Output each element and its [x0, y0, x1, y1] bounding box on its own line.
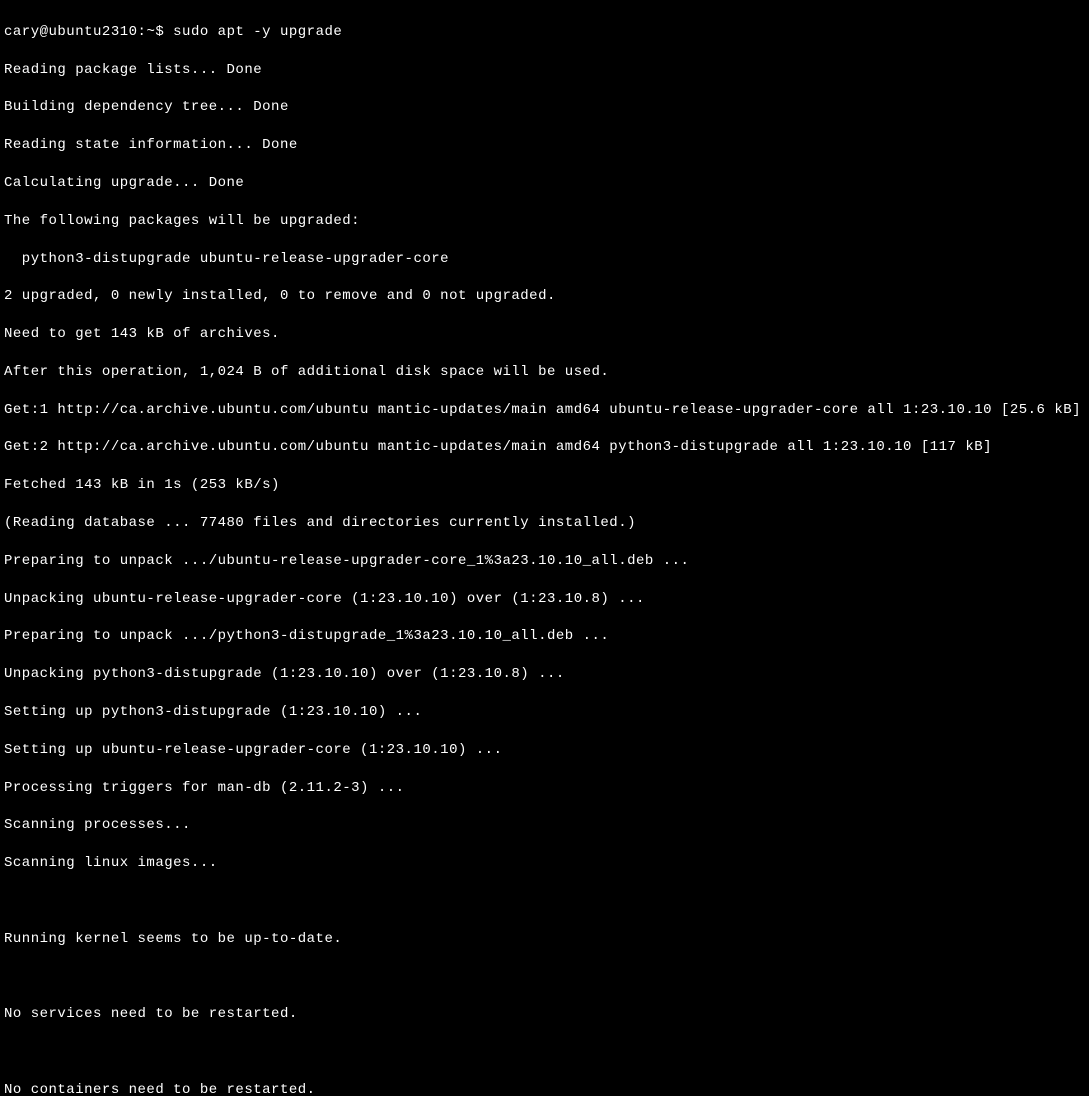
output-line: Get:1 http://ca.archive.ubuntu.com/ubunt…: [4, 401, 1085, 420]
output-line: Get:2 http://ca.archive.ubuntu.com/ubunt…: [4, 438, 1085, 457]
prompt-path: ~: [146, 24, 155, 40]
output-line: 2 upgraded, 0 newly installed, 0 to remo…: [4, 287, 1085, 306]
command-line-1: cary@ubuntu2310:~$ sudo apt -y upgrade: [4, 23, 1085, 42]
output-line: python3-distupgrade ubuntu-release-upgra…: [4, 250, 1085, 269]
output-line: No containers need to be restarted.: [4, 1081, 1085, 1096]
command-text: sudo apt -y upgrade: [173, 24, 342, 40]
output-line: Processing triggers for man-db (2.11.2-3…: [4, 779, 1085, 798]
terminal-output[interactable]: cary@ubuntu2310:~$ sudo apt -y upgrade R…: [4, 4, 1085, 1096]
output-line: (Reading database ... 77480 files and di…: [4, 514, 1085, 533]
output-line: Setting up ubuntu-release-upgrader-core …: [4, 741, 1085, 760]
prompt-user-host: cary@ubuntu2310: [4, 24, 138, 40]
output-line: Reading package lists... Done: [4, 61, 1085, 80]
output-line: Unpacking ubuntu-release-upgrader-core (…: [4, 590, 1085, 609]
output-line: No services need to be restarted.: [4, 1005, 1085, 1024]
output-line: Preparing to unpack .../ubuntu-release-u…: [4, 552, 1085, 571]
output-line: Scanning processes...: [4, 816, 1085, 835]
output-line: Setting up python3-distupgrade (1:23.10.…: [4, 703, 1085, 722]
output-line: Running kernel seems to be up-to-date.: [4, 930, 1085, 949]
output-line: Building dependency tree... Done: [4, 98, 1085, 117]
output-line: Fetched 143 kB in 1s (253 kB/s): [4, 476, 1085, 495]
output-line: Need to get 143 kB of archives.: [4, 325, 1085, 344]
output-line: Unpacking python3-distupgrade (1:23.10.1…: [4, 665, 1085, 684]
output-line: [4, 1043, 1085, 1062]
output-line: [4, 967, 1085, 986]
prompt-separator: $: [155, 24, 164, 40]
output-line: Preparing to unpack .../python3-distupgr…: [4, 627, 1085, 646]
output-line: [4, 892, 1085, 911]
output-line: Calculating upgrade... Done: [4, 174, 1085, 193]
output-line: After this operation, 1,024 B of additio…: [4, 363, 1085, 382]
output-line: The following packages will be upgraded:: [4, 212, 1085, 231]
output-line: Scanning linux images...: [4, 854, 1085, 873]
output-line: Reading state information... Done: [4, 136, 1085, 155]
